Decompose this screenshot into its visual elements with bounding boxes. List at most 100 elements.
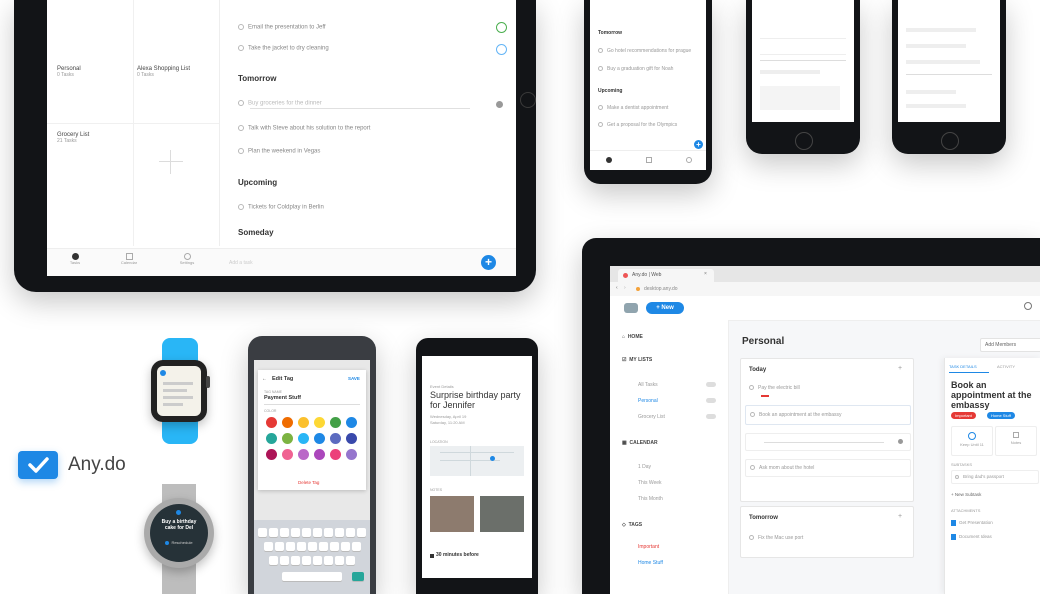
- color-swatch[interactable]: [266, 433, 277, 444]
- keyboard-key[interactable]: [258, 528, 267, 537]
- keyboard-key[interactable]: [335, 556, 344, 565]
- task-item[interactable]: Talk with Steve about his solution to th…: [238, 125, 370, 132]
- color-swatch[interactable]: [298, 449, 309, 460]
- delete-tag-button[interactable]: Delete Tag: [298, 480, 319, 485]
- tasks-tab-icon[interactable]: Tasks: [67, 253, 83, 265]
- list-card-personal[interactable]: Personal 0 Tasks: [57, 66, 81, 78]
- nav-calendar[interactable]: ▦ CALENDAR: [622, 440, 658, 446]
- settings-tab-icon[interactable]: [686, 157, 692, 163]
- photo-attachment[interactable]: [480, 496, 524, 532]
- task-item-new[interactable]: [745, 433, 911, 451]
- task-item[interactable]: Tickets for Coldplay in Berlin: [238, 204, 324, 211]
- browser-tab[interactable]: Any.do | Web ×: [618, 269, 714, 282]
- list-card-alexa[interactable]: Alexa Shopping List 0 Tasks: [137, 66, 190, 78]
- keyboard-key[interactable]: [346, 556, 355, 565]
- add-task-button[interactable]: +: [481, 255, 496, 270]
- check-icon[interactable]: [496, 22, 507, 33]
- keyboard-key[interactable]: [269, 528, 278, 537]
- color-swatch[interactable]: [298, 417, 309, 428]
- keyboard-key[interactable]: [302, 556, 311, 565]
- calendar-tab-icon[interactable]: [646, 157, 652, 163]
- toggle-icon[interactable]: [706, 414, 716, 419]
- tag-chip-important[interactable]: Important: [951, 412, 976, 419]
- task-item-editing[interactable]: Buy groceries for the dinner: [238, 100, 322, 107]
- add-list-icon[interactable]: [159, 150, 183, 174]
- nav-item-all-tasks[interactable]: All Tasks: [638, 382, 658, 388]
- keyboard-key[interactable]: [335, 528, 344, 537]
- keyboard-key[interactable]: [280, 528, 289, 537]
- keyboard-key[interactable]: [302, 528, 311, 537]
- attachment-item[interactable]: Get Presentation: [951, 520, 993, 526]
- color-swatch[interactable]: [346, 433, 357, 444]
- color-swatch[interactable]: [282, 417, 293, 428]
- calendar-tab-icon[interactable]: Calendar: [119, 253, 139, 265]
- task-item[interactable]: Fix the Mac use port: [749, 535, 803, 541]
- task-item[interactable]: Take the jacket to dry cleaning: [238, 45, 329, 52]
- color-swatch[interactable]: [314, 417, 325, 428]
- task-item[interactable]: Buy a graduation gift for Noah: [598, 66, 673, 72]
- keyboard-key[interactable]: [285, 542, 295, 551]
- task-item[interactable]: Go hotel recommendations for prague: [598, 48, 691, 54]
- reminder-action[interactable]: Keep Until 11: [951, 426, 993, 456]
- back-icon[interactable]: ‹: [616, 285, 618, 291]
- avatar[interactable]: [624, 303, 638, 313]
- task-item[interactable]: Make a dentist appointment: [598, 105, 668, 111]
- keyboard-key[interactable]: [269, 556, 278, 565]
- watch-reschedule-button[interactable]: Reschedule: [162, 540, 196, 545]
- keyboard-key[interactable]: [263, 542, 273, 551]
- color-swatch[interactable]: [282, 449, 293, 460]
- tab-activity[interactable]: ACTIVITY: [997, 364, 1015, 369]
- nav-tags[interactable]: ◇ TAGS: [622, 522, 642, 528]
- color-swatch[interactable]: [330, 449, 341, 460]
- tasks-tab-icon[interactable]: [606, 157, 612, 163]
- nav-item-1-day[interactable]: 1 Day: [638, 464, 651, 470]
- notes-action[interactable]: Notes: [995, 426, 1037, 456]
- tab-task-details[interactable]: TASK DETAILS: [949, 364, 977, 369]
- color-swatch[interactable]: [314, 449, 325, 460]
- keyboard-key[interactable]: [313, 556, 322, 565]
- keyboard-key[interactable]: [307, 542, 317, 551]
- list-card-grocery[interactable]: Grocery List 21 Tasks: [57, 132, 89, 144]
- color-swatch[interactable]: [346, 449, 357, 460]
- url-text[interactable]: desktop.any.do: [644, 286, 678, 292]
- new-button[interactable]: + New: [646, 302, 684, 314]
- toggle-icon[interactable]: [706, 382, 716, 387]
- search-icon[interactable]: [1024, 302, 1032, 310]
- keyboard-key[interactable]: [351, 542, 361, 551]
- settings-tab-icon[interactable]: Settings: [177, 253, 197, 265]
- keyboard-key[interactable]: [274, 542, 284, 551]
- add-task-icon[interactable]: +: [898, 365, 902, 372]
- watch-crown[interactable]: [206, 376, 210, 388]
- attachment-item[interactable]: Document Ideas: [951, 534, 992, 540]
- task-item[interactable]: Ask mom about the hotel: [745, 459, 911, 477]
- add-task-icon[interactable]: +: [898, 513, 902, 520]
- add-members-button[interactable]: Add Members: [980, 338, 1040, 352]
- location-map[interactable]: [430, 446, 524, 476]
- keyboard-key[interactable]: [324, 556, 333, 565]
- nav-item-important[interactable]: Important: [638, 544, 659, 550]
- nav-item-home-stuff[interactable]: Home Stuff: [638, 560, 663, 566]
- options-icon[interactable]: [496, 101, 503, 108]
- keyboard-key[interactable]: [324, 528, 333, 537]
- options-icon[interactable]: [898, 439, 903, 444]
- add-task-input[interactable]: Add a task: [229, 260, 253, 266]
- toggle-icon[interactable]: [706, 398, 716, 403]
- keyboard-key[interactable]: [280, 556, 289, 565]
- task-item[interactable]: Pay the electric bill: [749, 385, 800, 391]
- tag-chip-home-stuff[interactable]: Home Stuff: [987, 412, 1015, 419]
- keyboard-key[interactable]: [291, 556, 300, 565]
- keyboard-key[interactable]: [313, 528, 322, 537]
- color-swatch[interactable]: [266, 417, 277, 428]
- nav-item-this-week[interactable]: This Week: [638, 480, 662, 486]
- nav-item-grocery[interactable]: Grocery List: [638, 414, 665, 420]
- color-swatch[interactable]: [298, 433, 309, 444]
- detail-title[interactable]: Book an appointment at the embassy: [951, 380, 1040, 410]
- task-item[interactable]: Get a proposal for the Olympics: [598, 122, 677, 128]
- address-bar[interactable]: ‹ › desktop.any.do: [610, 282, 1040, 297]
- nav-item-personal[interactable]: Personal: [638, 398, 658, 404]
- keyboard-key[interactable]: [340, 542, 350, 551]
- keyboard-key[interactable]: [318, 542, 328, 551]
- color-swatch[interactable]: [330, 417, 341, 428]
- new-subtask-button[interactable]: + New Subtask: [951, 492, 981, 497]
- space-key[interactable]: [282, 572, 342, 581]
